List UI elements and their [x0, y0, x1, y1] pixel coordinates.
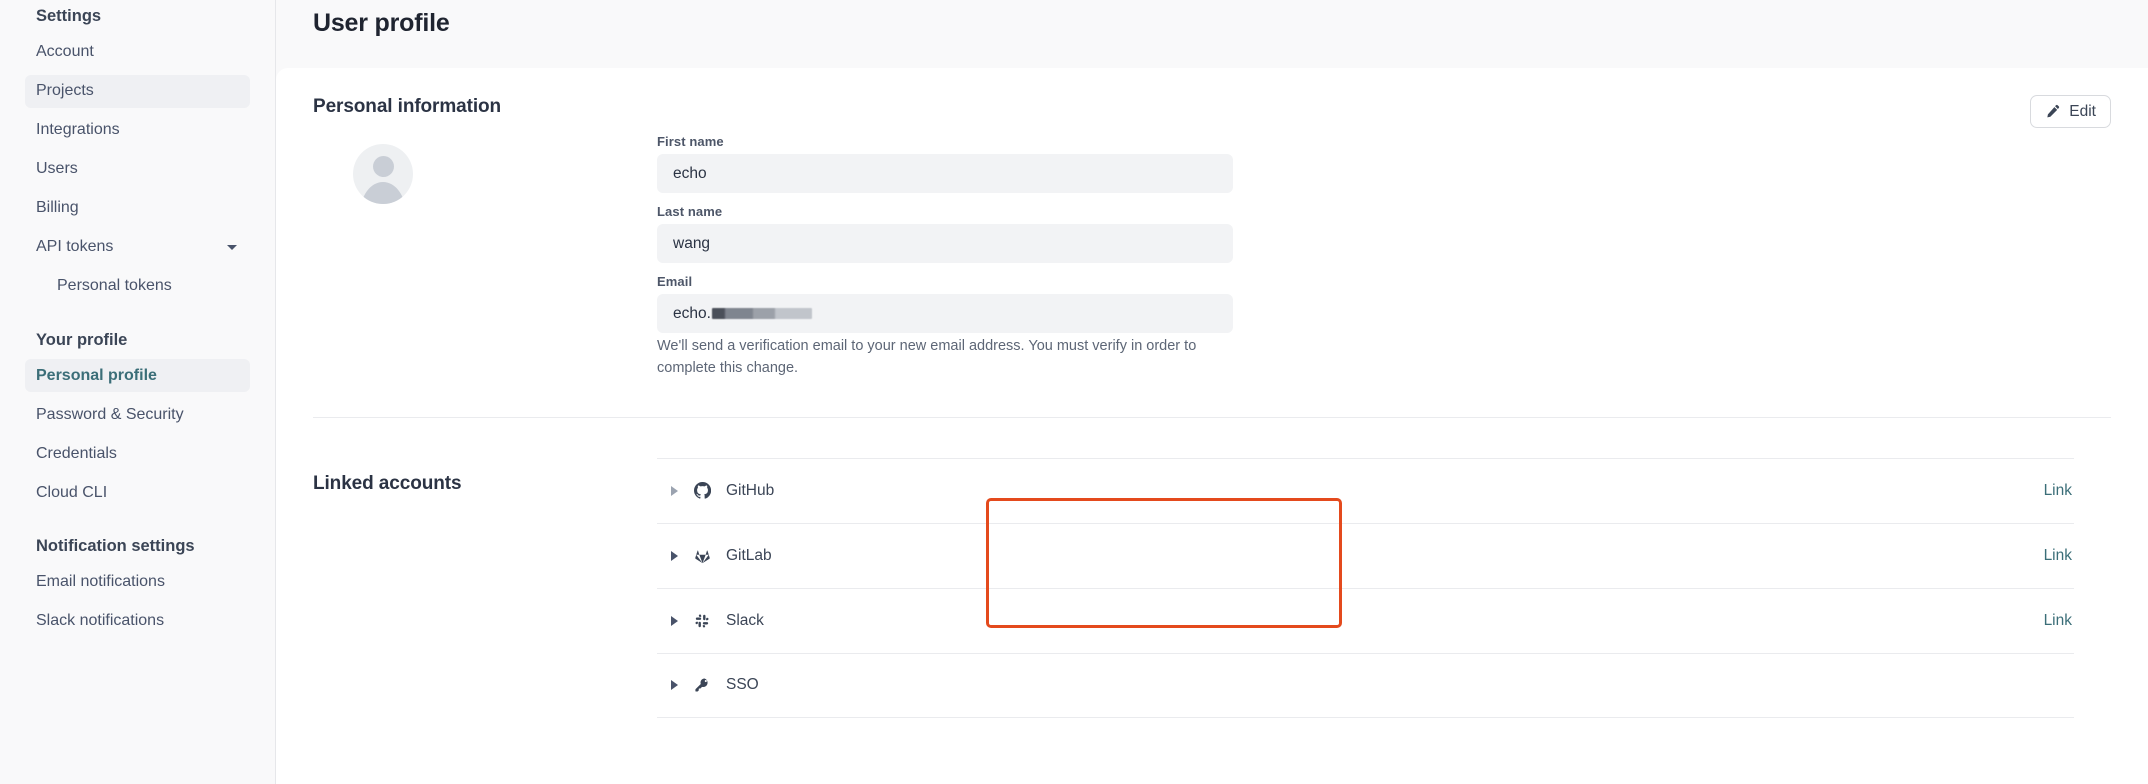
sidebar-group-your-profile: Your profile Personal profile Password &… [0, 330, 275, 510]
sidebar-item-personal-profile[interactable]: Personal profile [25, 359, 250, 392]
sidebar-item-label: Account [36, 43, 94, 60]
avatar-body-shape [360, 182, 406, 204]
sidebar-item-label: Credentials [36, 444, 117, 462]
github-icon [692, 481, 712, 501]
sidebar-item-credentials[interactable]: Credentials [25, 437, 250, 470]
first-name-field-group: First name echo [657, 134, 1233, 193]
gitlab-icon [692, 546, 712, 566]
sidebar-item-label: Users [36, 160, 78, 177]
sidebar-item-projects[interactable]: Projects [25, 74, 250, 108]
sidebar-group-settings: Settings Account Projects Integrations U… [0, 0, 275, 303]
sidebar-item-users[interactable]: Users [25, 153, 250, 186]
expand-caret-icon[interactable] [671, 680, 678, 691]
link-action-slack[interactable]: Link [2044, 612, 2074, 630]
avatar[interactable] [353, 144, 413, 204]
fields-column: First name echo Last name wang Email ech [657, 134, 1233, 391]
table-row-label: GitHub [726, 481, 775, 499]
section-title-linked-accounts: Linked accounts [313, 472, 462, 494]
last-name-label: Last name [657, 204, 723, 219]
edit-button-label: Edit [2069, 102, 2096, 120]
avatar-head-shape [372, 156, 394, 177]
first-name-input[interactable]: echo [657, 154, 1233, 193]
table-row-github[interactable]: GitHub Link [657, 457, 2074, 523]
email-field-group: Email echo. We'll send a verification em… [657, 274, 1233, 380]
main-content: User profile Personal information Edit F… [276, 0, 2148, 784]
linked-accounts-section: Linked accounts GitHub Link GitLab Link … [276, 418, 2148, 718]
sidebar-item-email-notifications[interactable]: Email notifications [25, 566, 250, 599]
email-help-text: We'll send a verification email to your … [657, 338, 1197, 377]
link-action-gitlab[interactable]: Link [2044, 547, 2074, 565]
email-input[interactable]: echo. [657, 294, 1233, 333]
sidebar-item-slack-notifications[interactable]: Slack notifications [25, 605, 250, 638]
last-name-field-group: Last name wang [657, 204, 1233, 263]
page-title: User profile [313, 9, 450, 37]
table-row-slack[interactable]: Slack Link [657, 587, 2074, 653]
email-label: Email [657, 274, 693, 289]
sidebar-item-label: Password & Security [36, 405, 184, 423]
table-row-label: GitLab [726, 546, 772, 564]
sidebar-item-label: Email notifications [36, 573, 165, 590]
table-row-label: SSO [726, 676, 759, 694]
sidebar-item-account[interactable]: Account [25, 36, 250, 69]
linked-accounts-list: GitHub Link GitLab Link Slack Link SSO [657, 457, 2111, 718]
first-name-label: First name [657, 134, 724, 149]
chevron-down-icon [227, 244, 237, 250]
sidebar-item-label: API tokens [36, 238, 114, 255]
edit-button[interactable]: Edit [2030, 95, 2111, 128]
sidebar-group-title-settings: Settings [36, 7, 102, 25]
sidebar-item-label: Personal profile [36, 366, 157, 384]
slack-icon [692, 611, 712, 631]
sidebar-item-label: Projects [36, 82, 94, 99]
personal-information-section: Personal information Edit First name ech… [276, 68, 2148, 418]
link-action-github[interactable]: Link [2044, 482, 2074, 500]
sidebar-item-cloud-cli[interactable]: Cloud CLI [25, 476, 250, 509]
key-icon [692, 675, 712, 695]
profile-card: Personal information Edit First name ech… [276, 68, 2148, 784]
sidebar-group-title-your-profile: Your profile [36, 330, 128, 349]
sidebar-item-label: Personal tokens [57, 277, 172, 294]
app-root: Settings Account Projects Integrations U… [0, 0, 2148, 784]
personal-information-body: First name echo Last name wang Email ech [313, 118, 2111, 391]
sidebar-group-notification-settings: Notification settings Email notification… [0, 538, 275, 638]
sidebar-item-personal-tokens[interactable]: Personal tokens [25, 270, 250, 303]
expand-caret-icon[interactable] [671, 550, 678, 561]
settings-sidebar: Settings Account Projects Integrations U… [0, 0, 276, 784]
sidebar-item-label: Slack notifications [36, 612, 165, 629]
redaction-overlay [711, 308, 812, 319]
email-value-redacted: echo. [673, 305, 812, 323]
expand-caret-icon[interactable] [671, 485, 678, 496]
pencil-icon [2045, 104, 2060, 119]
sidebar-item-billing[interactable]: Billing [25, 192, 250, 225]
table-row-gitlab[interactable]: GitLab Link [657, 522, 2074, 588]
sidebar-item-api-tokens[interactable]: API tokens [25, 231, 250, 264]
sidebar-item-label: Cloud CLI [36, 483, 108, 501]
sidebar-item-integrations[interactable]: Integrations [25, 114, 250, 147]
section-title-personal-information: Personal information [313, 96, 502, 117]
email-value-prefix: echo. [673, 304, 711, 322]
sidebar-item-password-security[interactable]: Password & Security [25, 398, 250, 431]
personal-information-header: Personal information [313, 68, 2111, 118]
avatar-column [313, 134, 657, 391]
sidebar-group-title-notification-settings: Notification settings [36, 537, 195, 555]
sidebar-item-label: Integrations [36, 121, 120, 138]
sidebar-item-label: Billing [36, 199, 79, 216]
table-row-sso[interactable]: SSO [657, 652, 2074, 718]
table-row-label: Slack [726, 611, 764, 629]
expand-caret-icon[interactable] [671, 615, 678, 626]
last-name-input[interactable]: wang [657, 224, 1233, 263]
